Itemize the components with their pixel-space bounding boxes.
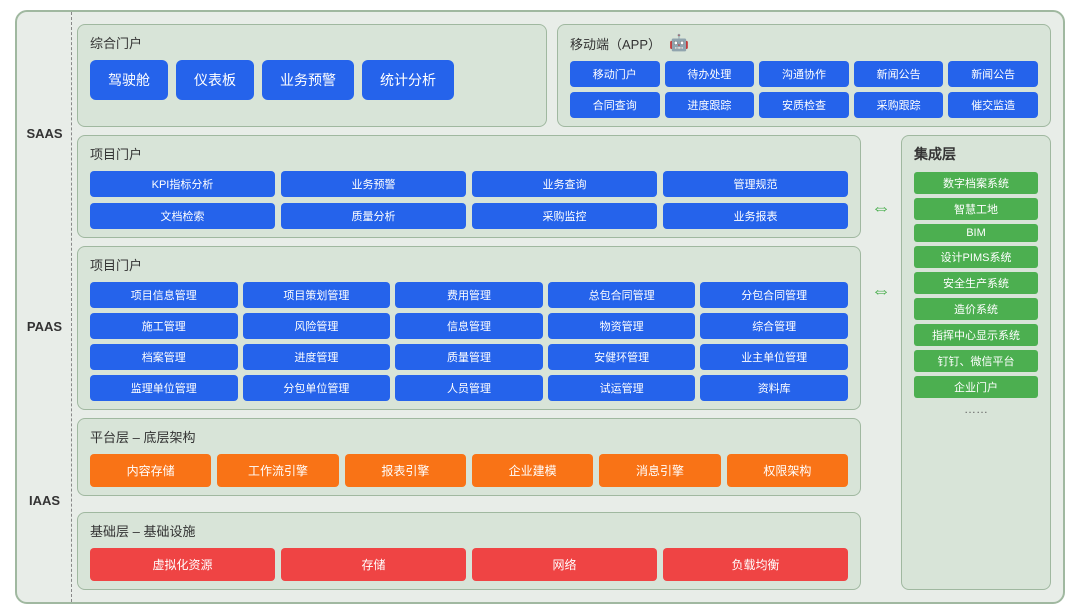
top-row: 综合门户 驾驶舱 仪表板 业务预警 统计分析 移动端（APP） 🤖 移动门户 待… <box>77 24 1051 127</box>
integration-item-8: 企业门户 <box>914 376 1038 398</box>
mgmt-btn-10[interactable]: 档案管理 <box>90 344 238 370</box>
mgmt-btn-14[interactable]: 业主单位管理 <box>700 344 848 370</box>
btn-jiashicang[interactable]: 驾驶舱 <box>90 60 168 100</box>
mobile-btn-4[interactable]: 新闻公告 <box>948 61 1038 87</box>
project-portal-box: 项目门户 KPI指标分析 业务预警 业务查询 管理规范 文档检索 质量分析 采购… <box>77 135 861 238</box>
saas-label: SAAS <box>26 126 62 141</box>
portal-btn-0[interactable]: KPI指标分析 <box>90 171 275 197</box>
arrow-2: ⇔ <box>871 280 891 303</box>
integration-item-3: 设计PIMS系统 <box>914 246 1038 268</box>
iaas-label: IAAS <box>29 493 60 508</box>
integration-item-2: BIM <box>914 224 1038 242</box>
platform-btn-4[interactable]: 消息引擎 <box>599 454 720 487</box>
main-container: SAAS PAAS IAAS 综合门户 驾驶舱 仪表板 业务预警 统计分析 移动… <box>0 0 1080 614</box>
mgmt-btn-2[interactable]: 费用管理 <box>395 282 543 308</box>
mgmt-btn-13[interactable]: 安健环管理 <box>548 344 696 370</box>
mgmt-btn-18[interactable]: 试运管理 <box>548 375 696 401</box>
project-mgmt-title: 项目门户 <box>90 255 848 274</box>
integration-dots: …… <box>914 402 1038 416</box>
mgmt-btn-9[interactable]: 综合管理 <box>700 313 848 339</box>
project-portal-title: 项目门户 <box>90 144 848 163</box>
integration-item-4: 安全生产系统 <box>914 272 1038 294</box>
side-labels: SAAS PAAS IAAS <box>17 12 72 602</box>
outer-box: SAAS PAAS IAAS 综合门户 驾驶舱 仪表板 业务预警 统计分析 移动… <box>15 10 1065 604</box>
mgmt-btn-16[interactable]: 分包单位管理 <box>243 375 391 401</box>
mobile-btn-0[interactable]: 移动门户 <box>570 61 660 87</box>
mobile-btn-7[interactable]: 安质检查 <box>759 92 849 118</box>
mgmt-btn-0[interactable]: 项目信息管理 <box>90 282 238 308</box>
project-portal-buttons: KPI指标分析 业务预警 业务查询 管理规范 文档检索 质量分析 采购监控 业务… <box>90 171 848 229</box>
infra-btn-0[interactable]: 虚拟化资源 <box>90 548 275 581</box>
mgmt-btn-17[interactable]: 人员管理 <box>395 375 543 401</box>
portal-btn-4[interactable]: 文档检索 <box>90 203 275 229</box>
btn-yibiaopan[interactable]: 仪表板 <box>176 60 254 100</box>
portal-btn-6[interactable]: 采购监控 <box>472 203 657 229</box>
infra-title: 基础层 – 基础设施 <box>90 521 848 540</box>
mgmt-btn-12[interactable]: 质量管理 <box>395 344 543 370</box>
mobile-btn-8[interactable]: 采购跟踪 <box>854 92 944 118</box>
infra-buttons: 虚拟化资源 存储 网络 负载均衡 <box>90 548 848 581</box>
project-mgmt-box: 项目门户 项目信息管理 项目策划管理 费用管理 总包合同管理 分包合同管理 施工… <box>77 246 861 410</box>
mobile-grid: 移动门户 待办处理 沟通协作 新闻公告 新闻公告 合同查询 进度跟踪 安质检查 … <box>570 61 1038 118</box>
project-mgmt-buttons: 项目信息管理 项目策划管理 费用管理 总包合同管理 分包合同管理 施工管理 风险… <box>90 282 848 401</box>
arrow-1: ⇔ <box>871 197 891 220</box>
mobile-btn-3[interactable]: 新闻公告 <box>854 61 944 87</box>
mobile-btn-2[interactable]: 沟通协作 <box>759 61 849 87</box>
platform-btn-3[interactable]: 企业建模 <box>472 454 593 487</box>
android-icon: 🤖 <box>669 33 689 53</box>
integration-title: 集成层 <box>914 144 1038 164</box>
zonghe-buttons: 驾驶舱 仪表板 业务预警 统计分析 <box>90 60 534 100</box>
infra-btn-3[interactable]: 负载均衡 <box>663 548 848 581</box>
paas-label: PAAS <box>27 319 62 334</box>
infra-box: 基础层 – 基础设施 虚拟化资源 存储 网络 负载均衡 <box>77 512 861 590</box>
btn-yewuyujing[interactable]: 业务预警 <box>262 60 354 100</box>
platform-btn-1[interactable]: 工作流引擎 <box>217 454 338 487</box>
mgmt-btn-4[interactable]: 分包合同管理 <box>700 282 848 308</box>
mgmt-btn-15[interactable]: 监理单位管理 <box>90 375 238 401</box>
platform-btn-5[interactable]: 权限架构 <box>727 454 848 487</box>
mobile-box: 移动端（APP） 🤖 移动门户 待办处理 沟通协作 新闻公告 新闻公告 合同查询… <box>557 24 1051 127</box>
platform-buttons: 内容存储 工作流引擎 报表引擎 企业建模 消息引擎 权限架构 <box>90 454 848 487</box>
mgmt-btn-7[interactable]: 信息管理 <box>395 313 543 339</box>
mobile-btn-6[interactable]: 进度跟踪 <box>665 92 755 118</box>
integration-item-7: 钉钉、微信平台 <box>914 350 1038 372</box>
portal-btn-5[interactable]: 质量分析 <box>281 203 466 229</box>
platform-box: 平台层 – 底层架构 内容存储 工作流引擎 报表引擎 企业建模 消息引擎 权限架… <box>77 418 861 496</box>
platform-btn-2[interactable]: 报表引擎 <box>345 454 466 487</box>
zonghe-box: 综合门户 驾驶舱 仪表板 业务预警 统计分析 <box>77 24 547 127</box>
integration-box: 集成层 数字档案系统 智慧工地 BIM 设计PIMS系统 安全生产系统 造价系统… <box>901 135 1051 590</box>
btn-tongji[interactable]: 统计分析 <box>362 60 454 100</box>
mgmt-btn-8[interactable]: 物资管理 <box>548 313 696 339</box>
mobile-btn-5[interactable]: 合同查询 <box>570 92 660 118</box>
content-area: 项目门户 KPI指标分析 业务预警 业务查询 管理规范 文档检索 质量分析 采购… <box>77 135 1051 590</box>
platform-btn-0[interactable]: 内容存储 <box>90 454 211 487</box>
integration-item-5: 造价系统 <box>914 298 1038 320</box>
portal-btn-1[interactable]: 业务预警 <box>281 171 466 197</box>
mgmt-btn-3[interactable]: 总包合同管理 <box>548 282 696 308</box>
integration-item-1: 智慧工地 <box>914 198 1038 220</box>
zonghe-title: 综合门户 <box>90 33 534 52</box>
platform-title: 平台层 – 底层架构 <box>90 427 848 446</box>
integration-item-6: 指挥中心显示系统 <box>914 324 1038 346</box>
mgmt-btn-5[interactable]: 施工管理 <box>90 313 238 339</box>
portal-btn-7[interactable]: 业务报表 <box>663 203 848 229</box>
mgmt-btn-6[interactable]: 风险管理 <box>243 313 391 339</box>
mgmt-btn-11[interactable]: 进度管理 <box>243 344 391 370</box>
portal-btn-2[interactable]: 业务查询 <box>472 171 657 197</box>
arrow-area: ⇔ ⇔ <box>869 135 893 365</box>
integration-item-0: 数字档案系统 <box>914 172 1038 194</box>
mobile-btn-1[interactable]: 待办处理 <box>665 61 755 87</box>
mobile-header: 移动端（APP） 🤖 <box>570 33 1038 53</box>
infra-btn-1[interactable]: 存储 <box>281 548 466 581</box>
mobile-title: 移动端（APP） <box>570 34 661 53</box>
mobile-btn-9[interactable]: 催交监造 <box>948 92 1038 118</box>
mgmt-btn-1[interactable]: 项目策划管理 <box>243 282 391 308</box>
portal-btn-3[interactable]: 管理规范 <box>663 171 848 197</box>
infra-btn-2[interactable]: 网络 <box>472 548 657 581</box>
right-column: ⇔ ⇔ <box>869 135 893 590</box>
mgmt-btn-19[interactable]: 资料库 <box>700 375 848 401</box>
left-content: 项目门户 KPI指标分析 业务预警 业务查询 管理规范 文档检索 质量分析 采购… <box>77 135 861 590</box>
